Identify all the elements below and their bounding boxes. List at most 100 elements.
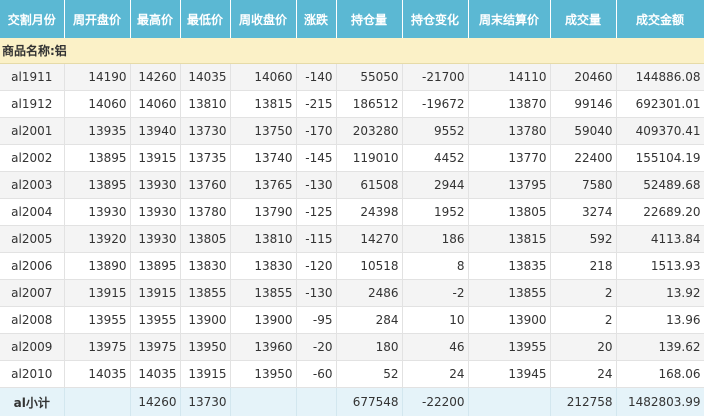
table-cell: -145 [296,145,336,172]
table-cell: 14260 [130,64,180,91]
table-cell: -21700 [402,64,468,91]
table-cell: 22689.20 [616,199,704,226]
table-cell: 13895 [64,145,130,172]
table-cell: 52489.68 [616,172,704,199]
table-row: al200713915139151385513855-1302486-21385… [0,280,704,307]
table-cell: 3274 [550,199,616,226]
delivery-month-cell: al1912 [0,91,64,118]
table-cell: 2 [550,280,616,307]
table-cell: 52 [336,361,402,388]
header-change[interactable]: 涨跌 [296,0,336,38]
table-cell: 13930 [130,172,180,199]
table-cell: 13810 [230,226,296,253]
table-cell: 13815 [230,91,296,118]
table-cell: 13895 [64,172,130,199]
table-cell: 692301.01 [616,91,704,118]
table-cell: 9552 [402,118,468,145]
table-cell: 61508 [336,172,402,199]
subtotal-label: al小计 [0,388,64,416]
table-cell: 144886.08 [616,64,704,91]
table-cell: 13830 [230,253,296,280]
subtotal-cell: 1482803.99 [616,388,704,416]
table-cell: 409370.41 [616,118,704,145]
table-cell: 13890 [64,253,130,280]
table-cell: 22400 [550,145,616,172]
table-cell: 59040 [550,118,616,145]
header-oi-change[interactable]: 持仓变化 [402,0,468,38]
table-cell: 24 [402,361,468,388]
table-cell: 13915 [64,280,130,307]
header-week-open[interactable]: 周开盘价 [64,0,130,38]
table-cell: 13735 [180,145,230,172]
header-open-interest[interactable]: 持仓量 [336,0,402,38]
table-cell: 13960 [230,334,296,361]
table-cell: 7580 [550,172,616,199]
table-row: al200213895139151373513740-1451190104452… [0,145,704,172]
table-cell: -130 [296,172,336,199]
subtotal-row: al小计 14260 13730 677548 -22200 212758 14… [0,388,704,416]
table-cell: -20 [296,334,336,361]
table-cell: 13765 [230,172,296,199]
table-cell: 14035 [180,64,230,91]
delivery-month-cell: al2003 [0,172,64,199]
table-cell: 24398 [336,199,402,226]
table-cell: 13835 [468,253,550,280]
table-cell: 13770 [468,145,550,172]
table-cell: 2 [550,307,616,334]
table-cell: 186 [402,226,468,253]
table-cell: 13805 [180,226,230,253]
subtotal-cell [468,388,550,416]
header-turnover[interactable]: 成交金额 [616,0,704,38]
table-cell: 13795 [468,172,550,199]
table-cell: -95 [296,307,336,334]
table-cell: 14110 [468,64,550,91]
table-cell: 13915 [180,361,230,388]
header-volume[interactable]: 成交量 [550,0,616,38]
table-cell: 46 [402,334,468,361]
table-cell: 180 [336,334,402,361]
header-low[interactable]: 最低价 [180,0,230,38]
table-cell: 186512 [336,91,402,118]
table-cell: 4452 [402,145,468,172]
table-cell: -2 [402,280,468,307]
table-cell: 14060 [64,91,130,118]
subtotal-cell [296,388,336,416]
table-cell: 1513.93 [616,253,704,280]
table-cell: 13975 [64,334,130,361]
table-cell: 2944 [402,172,468,199]
table-cell: 1952 [402,199,468,226]
table-row: al191114190142601403514060-14055050-2170… [0,64,704,91]
table-cell: 13855 [180,280,230,307]
table-cell: 218 [550,253,616,280]
delivery-month-cell: al2008 [0,307,64,334]
subtotal-cell [230,388,296,416]
table-cell: -115 [296,226,336,253]
table-cell: 13920 [64,226,130,253]
header-delivery-month[interactable]: 交割月份 [0,0,64,38]
table-cell: 55050 [336,64,402,91]
delivery-month-cell: al2010 [0,361,64,388]
header-high[interactable]: 最高价 [130,0,180,38]
delivery-month-cell: al1911 [0,64,64,91]
table-cell: 13950 [180,334,230,361]
table-cell: 13930 [130,226,180,253]
header-week-close[interactable]: 周收盘价 [230,0,296,38]
table-cell: 13930 [64,199,130,226]
table-cell: 13955 [468,334,550,361]
table-row: al200413930139301378013790-1252439819521… [0,199,704,226]
table-row: al201014035140351391513950-6052241394524… [0,361,704,388]
delivery-month-cell: al2007 [0,280,64,307]
table-cell: 20 [550,334,616,361]
table-cell: 13950 [230,361,296,388]
table-cell: 24 [550,361,616,388]
table-cell: 13815 [468,226,550,253]
table-cell: 139.62 [616,334,704,361]
table-cell: 8 [402,253,468,280]
table-cell: 99146 [550,91,616,118]
futures-weekly-table: 交割月份 周开盘价 最高价 最低价 周收盘价 涨跌 持仓量 持仓变化 周末结算价… [0,0,704,416]
table-cell: 13915 [130,145,180,172]
table-cell: 13955 [64,307,130,334]
table-cell: -140 [296,64,336,91]
table-cell: -19672 [402,91,468,118]
header-settlement[interactable]: 周末结算价 [468,0,550,38]
